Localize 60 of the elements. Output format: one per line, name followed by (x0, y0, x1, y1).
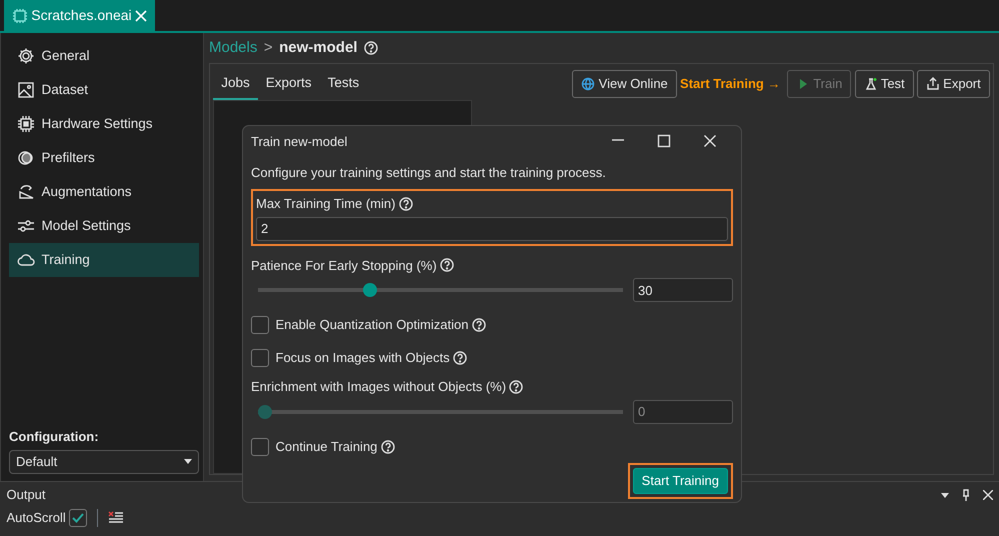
breadcrumb-link[interactable]: Models (209, 37, 258, 60)
maximize-icon[interactable] (657, 134, 671, 148)
breadcrumb-current: new-model (279, 38, 358, 58)
settings-icon (17, 47, 35, 65)
sidebar-item[interactable]: Dataset (9, 73, 199, 107)
number-field[interactable]: 30 (633, 278, 733, 302)
checkbox[interactable] (251, 438, 269, 456)
clear-list-icon[interactable] (108, 510, 124, 525)
image-icon (17, 81, 35, 99)
configuration-dropdown[interactable]: Default (9, 450, 199, 474)
help-icon (440, 258, 454, 272)
field-label: Focus on Images with Objects (276, 348, 450, 367)
close-icon[interactable] (703, 134, 717, 148)
number-field[interactable]: 2 (256, 216, 728, 241)
dialog-description: Configure your training settings and start the training process. (251, 164, 607, 182)
help-icon (452, 350, 467, 364)
document-tab[interactable]: Scratches.oneai (4, 0, 155, 31)
pin-icon[interactable] (962, 489, 970, 501)
checkbox[interactable] (69, 508, 87, 527)
autoscroll-label: AutoScroll (6, 509, 66, 527)
toolbar-button[interactable]: Test (854, 70, 914, 98)
close-icon[interactable] (982, 490, 992, 500)
slider-thumb[interactable] (363, 283, 378, 298)
help-icon (509, 380, 524, 394)
flask-icon (864, 76, 878, 91)
sidebar-item[interactable]: Training (9, 243, 199, 277)
help-icon (472, 318, 486, 332)
field-label: Patience For Early Stopping (%) (251, 256, 437, 275)
sidebar-item[interactable]: Augmentations (9, 175, 199, 209)
panel-title: Output (6, 486, 47, 504)
checkbox[interactable] (251, 316, 269, 334)
breadcrumb-separator: > (264, 38, 273, 58)
tab[interactable]: Exports (258, 67, 320, 100)
chip-icon (12, 8, 28, 24)
tab[interactable]: Tests (320, 67, 368, 100)
field-label: Enrichment with Images without Objects (%) (251, 378, 506, 396)
toolbar-button[interactable]: View Online (572, 70, 677, 98)
caret-icon (184, 459, 192, 464)
export-icon (926, 76, 940, 91)
start-training-button[interactable]: Start Training (632, 468, 728, 494)
help-icon (398, 196, 413, 211)
help-icon (380, 440, 395, 454)
globe-icon (581, 76, 596, 91)
chip-icon (17, 115, 35, 133)
shape-icon (17, 183, 35, 201)
toolbar-button[interactable]: Export (916, 70, 990, 98)
sidebar-item[interactable]: General (9, 39, 199, 73)
sidebar-item[interactable]: Model Settings (9, 209, 199, 243)
caret-icon (940, 492, 948, 498)
sidebar-item[interactable]: Prefilters (9, 141, 199, 175)
field-label: Continue Training (276, 438, 378, 456)
configuration-label: Configuration: (9, 428, 100, 446)
field-label: Enable Quantization Optimization (276, 316, 468, 334)
help-icon (364, 41, 378, 56)
checkbox[interactable] (251, 348, 269, 366)
sidebar-item[interactable]: Hardware Settings (9, 107, 199, 141)
field-label: Max Training Time (min) (256, 195, 396, 213)
circles-icon (17, 149, 35, 167)
hint-text: Start Training → (680, 74, 780, 93)
dialog-title: Train new-model (251, 132, 348, 150)
